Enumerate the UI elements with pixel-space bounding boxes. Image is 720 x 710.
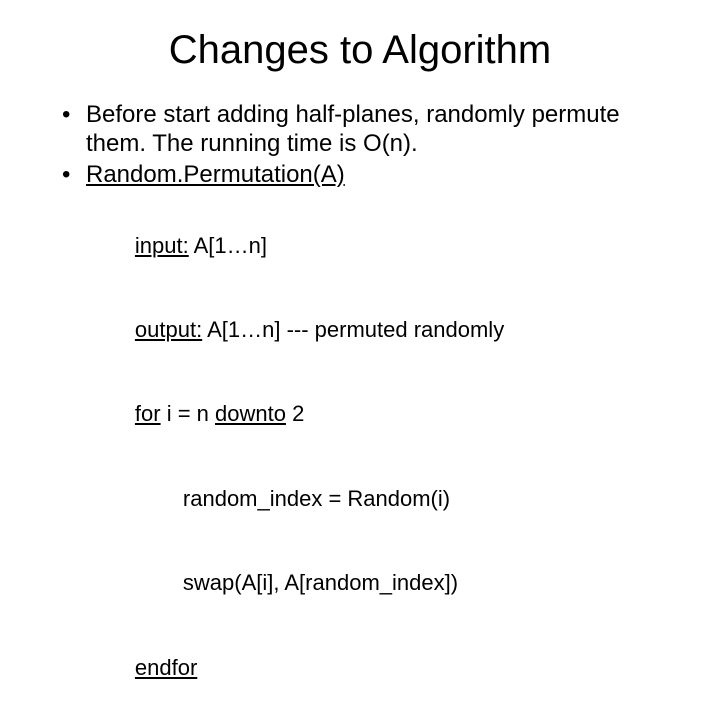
kw-downto: downto (215, 401, 286, 426)
pseudocode-block: input: A[1…n] output: A[1…n] --- permute… (58, 203, 660, 710)
txt-swap: swap(A[i], A[random_index]) (183, 570, 458, 595)
slide: Changes to Algorithm Before start adding… (0, 0, 720, 540)
bullet-item-2: Random.Permutation(A) (58, 161, 660, 190)
txt-for-2: 2 (286, 401, 304, 426)
kw-endfor: endfor (135, 655, 197, 680)
txt-output: A[1…n] --- permuted randomly (202, 317, 504, 342)
txt-random: random_index = Random(i) (183, 486, 450, 511)
txt-for-1: i = n (161, 401, 215, 426)
slide-body: Before start adding half-planes, randoml… (0, 101, 720, 710)
bullet-text-2: Random.Permutation(A) (86, 161, 345, 188)
bullet-item-1: Before start adding half-planes, randoml… (58, 101, 660, 159)
bullet-text-1: Before start adding half-planes, randoml… (86, 101, 620, 157)
code-line-swap: swap(A[i], A[random_index]) (86, 541, 660, 625)
code-line-random: random_index = Random(i) (86, 457, 660, 541)
txt-input: A[1…n] (189, 233, 267, 258)
code-line-input: input: A[1…n] (86, 203, 660, 287)
code-line-for: for i = n downto 2 (86, 372, 660, 456)
kw-for: for (135, 401, 161, 426)
kw-output: output: (135, 317, 202, 342)
code-line-endfor: endfor (86, 626, 660, 710)
code-line-output: output: A[1…n] --- permuted randomly (86, 288, 660, 372)
kw-input: input: (135, 233, 189, 258)
slide-title: Changes to Algorithm (0, 0, 720, 101)
